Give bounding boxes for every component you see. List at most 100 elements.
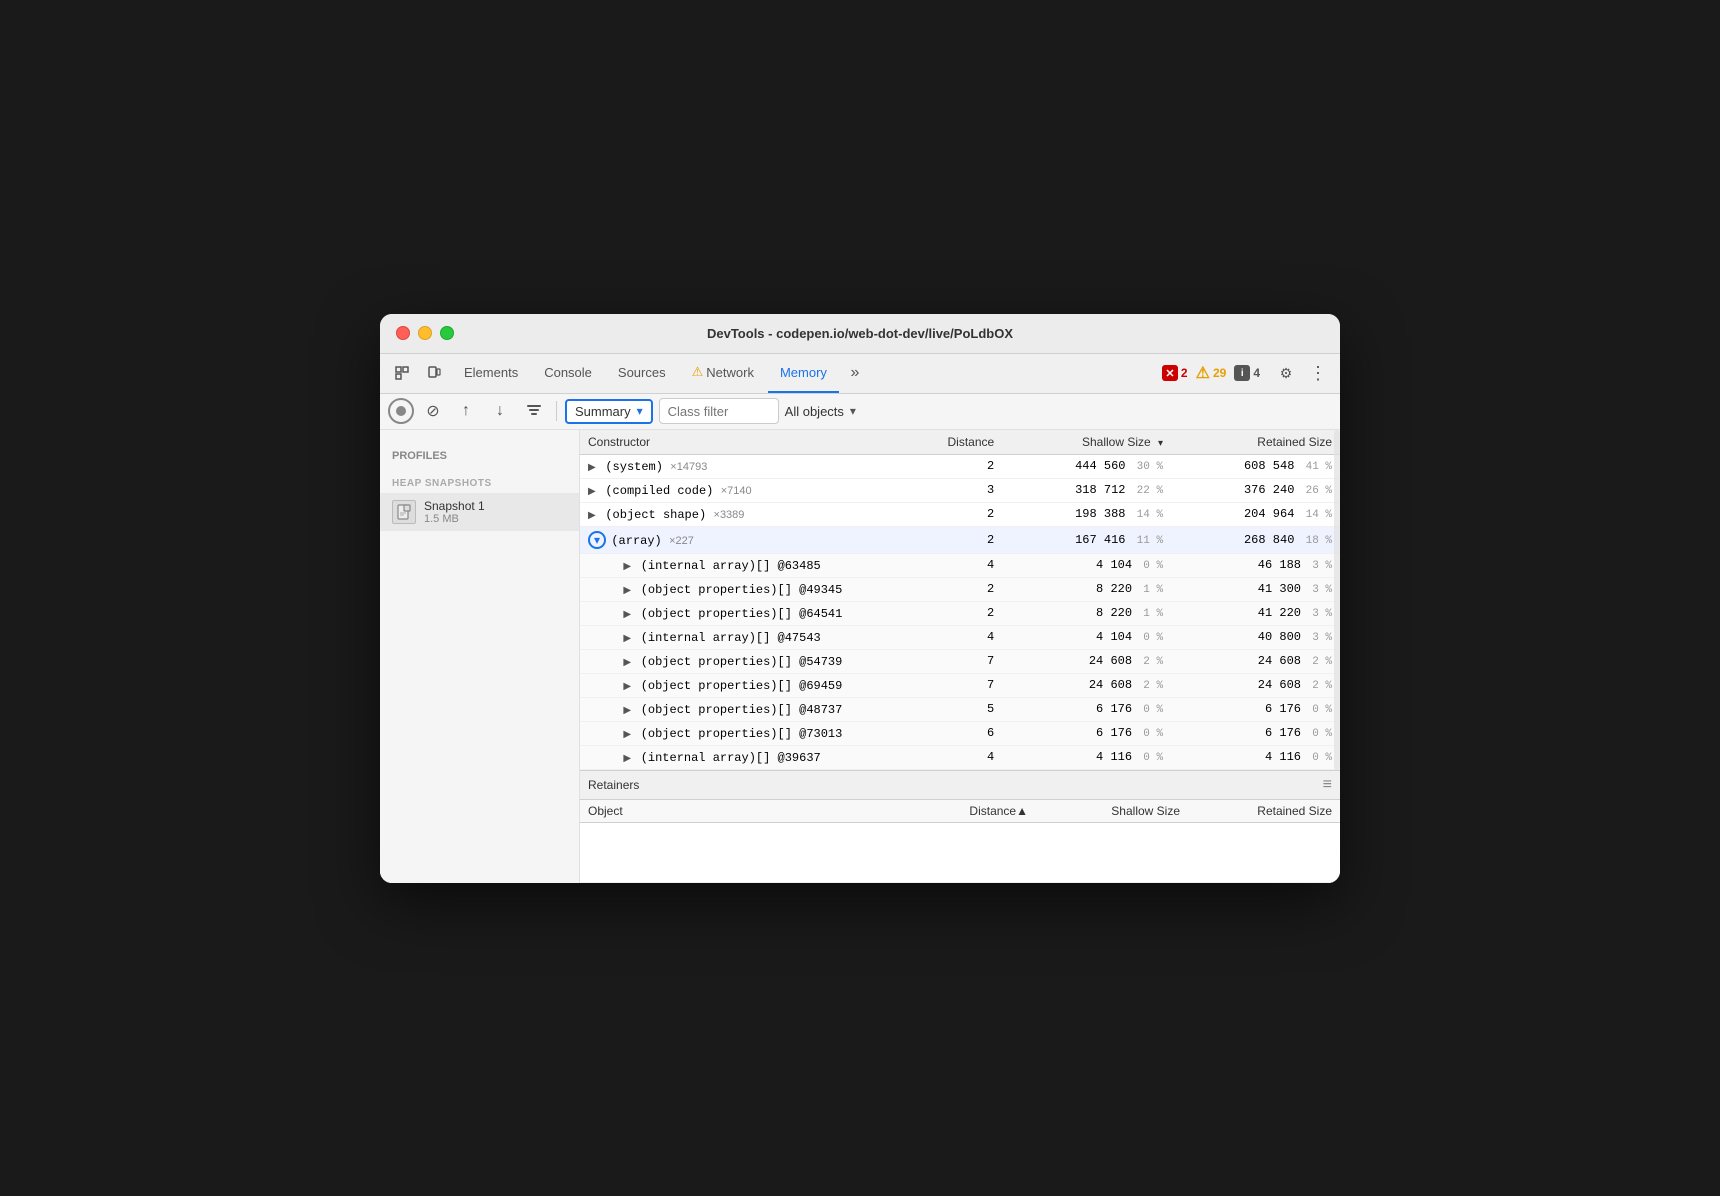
cell-constructor: ▶ (internal array)[] @47543 [580,625,918,649]
snapshot-item[interactable]: Snapshot 1 1.5 MB [380,493,579,531]
table-row[interactable]: ▶ (object properties)[] @49345 2 8 220 1… [580,577,1340,601]
upload-button[interactable]: ↑ [452,397,480,425]
child-expand-arrow-icon[interactable]: ▶ [623,681,637,692]
child-expand-arrow-icon[interactable]: ▶ [623,753,637,764]
retainers-body [580,822,1340,882]
top-toolbar: Elements Console Sources ⚠ Network Memor… [380,354,1340,394]
table-row[interactable]: ▶ (internal array)[] @39637 4 4 116 0 % … [580,745,1340,769]
traffic-lights [396,326,454,340]
inspect-element-icon[interactable] [388,359,416,387]
child-expand-arrow-icon[interactable]: ▶ [623,609,637,620]
more-tabs-button[interactable]: » [841,359,869,387]
table-header-row: Constructor Distance Shallow Size ▾ [580,430,1340,455]
cell-shallow: 4 104 0 % [1002,553,1171,577]
retainers-table: Object Distance▲ Shallow Size Retained S… [580,800,1340,883]
cell-shallow: 8 220 1 % [1002,601,1171,625]
table-row[interactable]: ▶ (object shape) ×3389 2 198 388 14 % 20… [580,502,1340,526]
scrollbar[interactable] [1334,430,1340,770]
table-area: Constructor Distance Shallow Size ▾ [580,430,1340,883]
col-header-distance[interactable]: Distance [918,430,1002,455]
all-objects-dropdown[interactable]: All objects ▾ [785,404,1332,419]
secondary-toolbar: ⊘ ↑ ↓ Summary ▾ All objects ▾ [380,394,1340,430]
summary-dropdown[interactable]: Summary ▾ [565,399,653,424]
table-row[interactable]: ▾ (array) ×227 2 167 416 11 % 268 840 18… [580,526,1340,553]
sidebar: Profiles HEAP SNAPSHOTS Snapshot 1 [380,430,580,883]
devtools-window: DevTools - codepen.io/web-dot-dev/live/P… [380,314,1340,883]
error-badge[interactable]: ✕ 2 [1162,365,1188,381]
expand-arrow-icon[interactable]: ▾ [588,531,606,549]
record-button[interactable] [388,398,414,424]
cell-shallow: 6 176 0 % [1002,697,1171,721]
device-toolbar-icon[interactable] [420,359,448,387]
minimize-button[interactable] [418,326,432,340]
cell-distance: 4 [918,625,1002,649]
info-badge[interactable]: i 4 [1234,365,1260,381]
expand-arrow-icon[interactable]: ▶ [588,486,602,497]
child-expand-arrow-icon[interactable]: ▶ [623,705,637,716]
retainers-col-retained[interactable]: Retained Size [1188,800,1340,823]
cell-distance: 6 [918,721,1002,745]
table-row[interactable]: ▶ (object properties)[] @73013 6 6 176 0… [580,721,1340,745]
child-expand-arrow-icon[interactable]: ▶ [623,561,637,572]
retainers-header-row: Object Distance▲ Shallow Size Retained S… [580,800,1340,823]
child-expand-arrow-icon[interactable]: ▶ [623,729,637,740]
cell-constructor: ▶ (object shape) ×3389 [580,502,918,526]
cell-distance: 2 [918,526,1002,553]
maximize-button[interactable] [440,326,454,340]
child-expand-arrow-icon[interactable]: ▶ [623,585,637,596]
expand-arrow-icon[interactable]: ▶ [588,510,602,521]
customize-icon[interactable]: ⋮ [1304,359,1332,387]
all-objects-arrow-icon: ▾ [850,404,856,418]
table-row[interactable]: ▶ (object properties)[] @48737 5 6 176 0… [580,697,1340,721]
warning-badge[interactable]: ⚠ 29 [1196,363,1227,383]
retainers-col-distance[interactable]: Distance▲ [922,800,1036,823]
heap-snapshot-table: Constructor Distance Shallow Size ▾ [580,430,1340,770]
table-row[interactable]: ▶ (compiled code) ×7140 3 318 712 22 % 3… [580,478,1340,502]
tab-bar: Elements Console Sources ⚠ Network Memor… [452,353,1158,393]
cell-shallow: 167 416 11 % [1002,526,1171,553]
tab-elements[interactable]: Elements [452,353,530,393]
toolbar-right-icons: ⚙ ⋮ [1272,359,1332,387]
tab-network[interactable]: ⚠ Network [680,353,766,393]
network-warning-icon: ⚠ [692,364,704,380]
snapshot-name: Snapshot 1 [424,499,567,513]
retainers-col-shallow[interactable]: Shallow Size [1036,800,1188,823]
retainers-col-object[interactable]: Object [580,800,922,823]
child-expand-arrow-icon[interactable]: ▶ [623,633,637,644]
child-expand-arrow-icon[interactable]: ▶ [623,657,637,668]
table-row[interactable]: ▶ (object properties)[] @69459 7 24 608 … [580,673,1340,697]
table-row[interactable]: ▶ (internal array)[] @63485 4 4 104 0 % … [580,553,1340,577]
heap-table[interactable]: Constructor Distance Shallow Size ▾ [580,430,1340,770]
tab-memory[interactable]: Memory [768,353,839,393]
cell-retained: 268 840 18 % [1171,526,1340,553]
snapshot-file-icon [392,500,416,524]
table-row[interactable]: ▶ (internal array)[] @47543 4 4 104 0 % … [580,625,1340,649]
tab-sources[interactable]: Sources [606,353,678,393]
cell-constructor: ▶ (system) ×14793 [580,454,918,478]
expand-arrow-icon[interactable]: ▶ [588,462,602,473]
table-row[interactable]: ▶ (system) ×14793 2 444 560 30 % 608 548… [580,454,1340,478]
snapshot-size: 1.5 MB [424,513,567,525]
close-button[interactable] [396,326,410,340]
col-header-shallow[interactable]: Shallow Size ▾ [1002,430,1171,455]
filter-button[interactable] [520,397,548,425]
table-row[interactable]: ▶ (object properties)[] @54739 7 24 608 … [580,649,1340,673]
separator [556,401,557,421]
cell-shallow: 24 608 2 % [1002,649,1171,673]
cell-constructor: ▶ (object properties)[] @49345 [580,577,918,601]
cell-constructor: ▶ (object properties)[] @69459 [580,673,918,697]
cell-retained: 41 220 3 % [1171,601,1340,625]
table-row[interactable]: ▶ (object properties)[] @64541 2 8 220 1… [580,601,1340,625]
clear-button[interactable]: ⊘ [420,398,446,424]
col-header-constructor[interactable]: Constructor [580,430,918,455]
tab-console[interactable]: Console [532,353,604,393]
title-bar: DevTools - codepen.io/web-dot-dev/live/P… [380,314,1340,354]
retainers-menu-icon[interactable]: ≡ [1323,776,1332,794]
cell-distance: 2 [918,502,1002,526]
cell-retained: 40 800 3 % [1171,625,1340,649]
class-filter-input[interactable] [659,398,779,424]
settings-icon[interactable]: ⚙ [1272,359,1300,387]
col-header-retained[interactable]: Retained Size [1171,430,1340,455]
cell-distance: 4 [918,553,1002,577]
download-button[interactable]: ↓ [486,397,514,425]
